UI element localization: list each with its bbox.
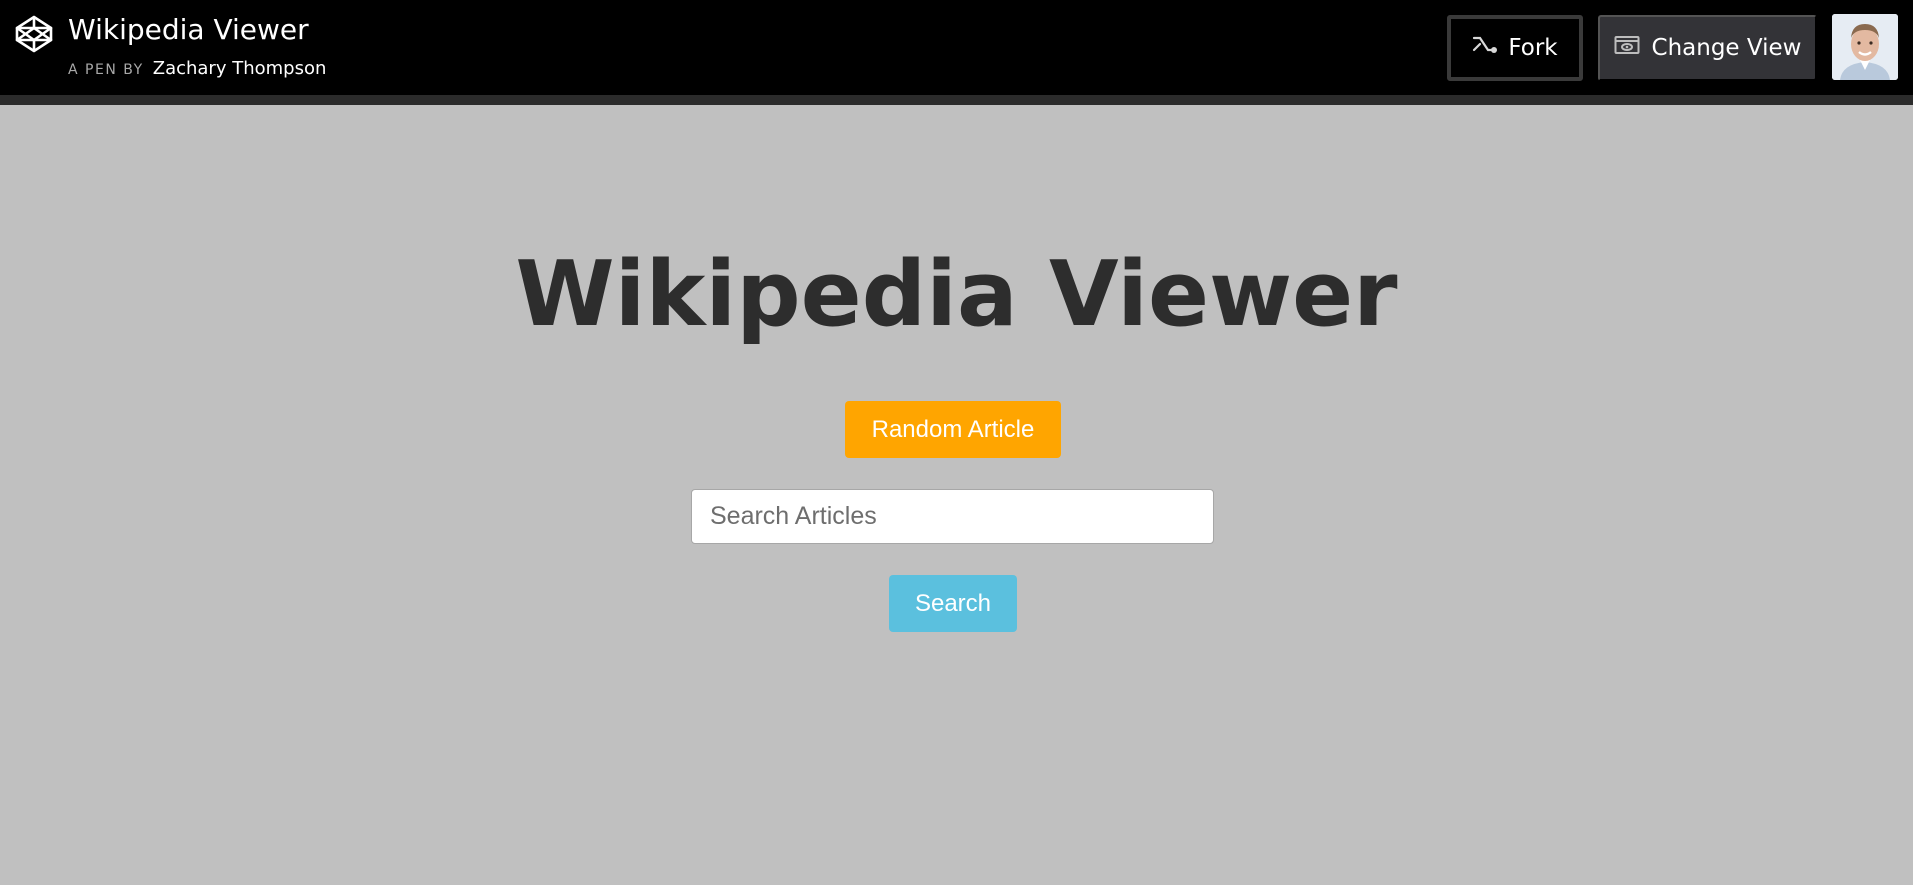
user-avatar[interactable] <box>1832 14 1898 80</box>
random-article-button[interactable]: Random Article <box>845 401 1061 458</box>
change-view-button[interactable]: Change View <box>1598 15 1817 81</box>
search-input[interactable] <box>691 489 1214 544</box>
page-title: Wikipedia Viewer <box>515 242 1398 348</box>
pen-title: Wikipedia Viewer <box>68 13 309 46</box>
fork-button[interactable]: Fork <box>1447 15 1583 81</box>
search-button[interactable]: Search <box>889 575 1017 632</box>
byline-prefix: A PEN BY <box>68 62 144 78</box>
fork-label: Fork <box>1508 35 1558 61</box>
top-bar: Wikipedia Viewer A PEN BY Zachary Thomps… <box>0 0 1913 105</box>
codepen-logo-icon[interactable] <box>14 14 54 54</box>
author-link[interactable]: Zachary Thompson <box>153 58 327 79</box>
fork-icon <box>1472 34 1498 62</box>
pen-byline: A PEN BY Zachary Thompson <box>68 58 326 79</box>
change-view-label: Change View <box>1651 35 1802 61</box>
change-view-icon <box>1614 35 1640 61</box>
